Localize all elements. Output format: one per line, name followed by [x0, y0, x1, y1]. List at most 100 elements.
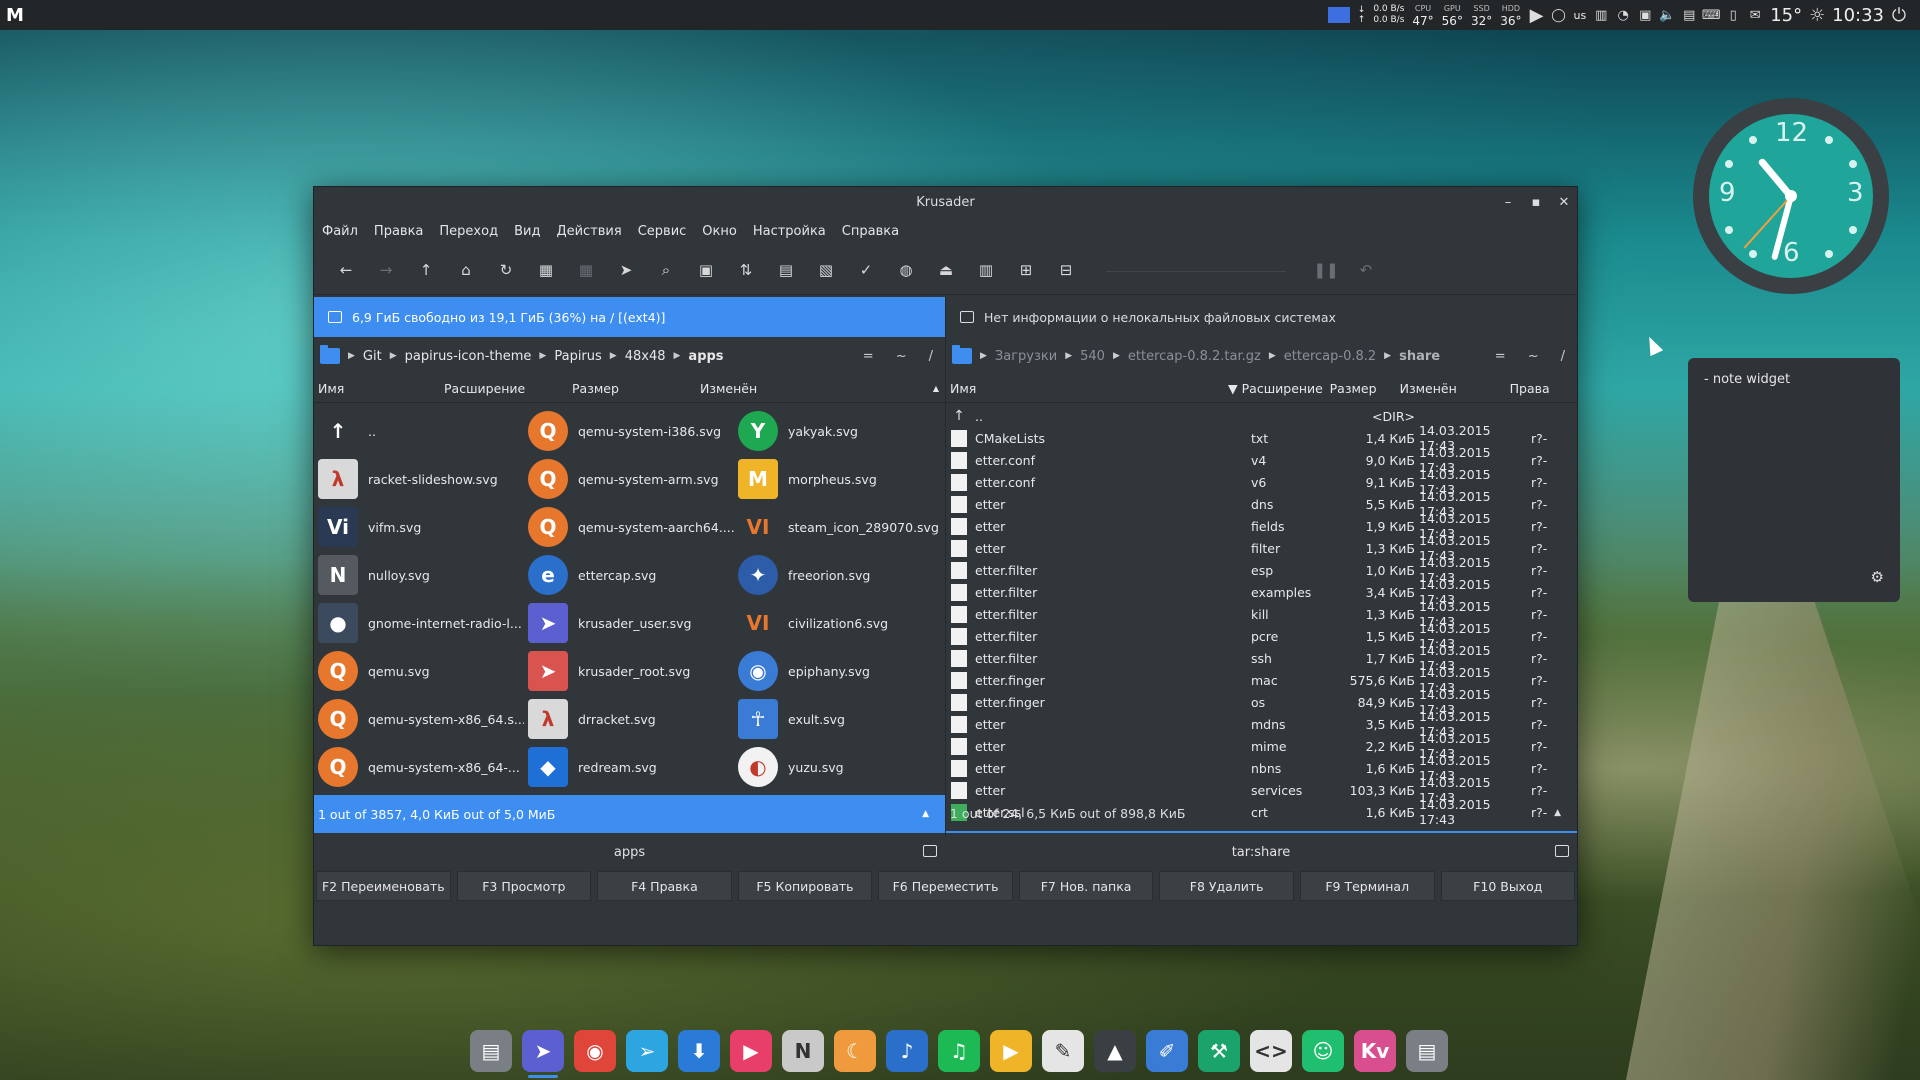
fkey-button[interactable]: F8 Удалить — [1159, 871, 1294, 901]
editor-icon[interactable]: ✎ — [1042, 1030, 1084, 1072]
expand-icon[interactable]: ▲ — [922, 809, 945, 819]
breadcrumb-current[interactable]: apps — [688, 349, 723, 364]
crumb-control[interactable]: = — [863, 349, 874, 364]
column-header[interactable]: Расширение — [1238, 381, 1326, 396]
icon-item[interactable]: Qqemu-system-x86_64.s... — [314, 695, 524, 743]
breadcrumb-segment[interactable]: Git — [363, 349, 382, 364]
column-header[interactable]: Размер — [1326, 381, 1396, 396]
breadcrumb-segment[interactable]: papirus-icon-theme — [405, 349, 532, 364]
sort-down-icon[interactable]: ▼ — [1224, 381, 1238, 396]
gear-icon[interactable]: ⚙ — [1871, 568, 1884, 586]
mail-icon[interactable]: ✉ — [1748, 8, 1762, 23]
keyboard-icon[interactable]: ⌨ — [1702, 8, 1721, 23]
code-icon[interactable]: <> — [1250, 1030, 1292, 1072]
icon-item[interactable]: Qqemu-system-i386.svg — [524, 407, 734, 455]
up-icon[interactable]: ↑ — [406, 255, 446, 285]
play-icon[interactable]: ▶ — [1530, 5, 1544, 26]
tab-apps[interactable]: apps — [314, 837, 945, 867]
telegram-icon[interactable]: ➢ — [626, 1030, 668, 1072]
icon-item[interactable]: e ettercap.svg — [524, 551, 734, 599]
wrench-icon[interactable]: ⚒ — [1198, 1030, 1240, 1072]
crumb-control[interactable]: = — [1495, 349, 1506, 364]
pause-icon[interactable]: ❚❚ — [1306, 255, 1346, 285]
icon-item[interactable]: Qqemu-system-x86_64-... — [314, 743, 524, 791]
column-header[interactable]: Имя — [946, 381, 1224, 396]
note-widget[interactable]: - note widget ⚙ — [1688, 358, 1900, 602]
files-icon[interactable]: ▤ — [1406, 1030, 1448, 1072]
icon-item[interactable]: Mmorpheus.svg — [734, 455, 944, 503]
crumb-control[interactable]: ~ — [896, 349, 907, 364]
icon-item[interactable]: Yyakyak.svg — [734, 407, 944, 455]
icon-item[interactable]: ➤ krusader_root.svg — [524, 647, 734, 695]
new-tab-icon[interactable] — [923, 845, 937, 857]
remove-icon[interactable]: ⊟ — [1046, 255, 1086, 285]
color-picker-icon[interactable]: ✐ — [1146, 1030, 1188, 1072]
nulloy-icon[interactable]: N — [782, 1030, 824, 1072]
forward-icon[interactable]: → — [366, 255, 406, 285]
crumb-control[interactable]: / — [1561, 349, 1565, 364]
moon-icon[interactable]: ☾ — [834, 1030, 876, 1072]
new-file-icon[interactable]: ▣ — [686, 255, 726, 285]
undo-icon[interactable]: ↶ — [1346, 255, 1386, 285]
folder-icon[interactable] — [952, 345, 972, 364]
weather-temp[interactable]: 15° — [1770, 5, 1802, 26]
checkmark-icon[interactable]: ✓ — [846, 255, 886, 285]
keyboard-layout[interactable]: us — [1574, 9, 1587, 22]
fkey-button[interactable]: F7 Нов. папка — [1018, 871, 1154, 901]
icon-item[interactable]: ◆ redream.svg — [524, 743, 734, 791]
maximize-icon[interactable]: ▪ — [1529, 195, 1543, 210]
breadcrumb-segment[interactable]: Papirus — [554, 349, 601, 364]
icon-item[interactable]: Qqemu-system-arm.svg — [524, 455, 734, 503]
extract-icon[interactable]: ▧ — [806, 255, 846, 285]
kv-icon[interactable]: Kv — [1354, 1030, 1396, 1072]
icon-item[interactable]: Qqemu.svg — [314, 647, 524, 695]
menu-item[interactable]: Вид — [514, 224, 540, 239]
right-free-space-bar[interactable]: Нет информации о нелокальных файловых си… — [946, 297, 1577, 337]
search-icon[interactable]: ⌕ — [646, 255, 686, 285]
breadcrumb-segment[interactable]: 48x48 — [625, 349, 666, 364]
minimize-icon[interactable]: – — [1501, 195, 1515, 210]
crumb-control[interactable]: ~ — [1528, 349, 1539, 364]
fkey-button[interactable]: F4 Правка — [597, 871, 732, 901]
music-icon[interactable]: ♪ — [886, 1030, 928, 1072]
wifi-icon[interactable]: ◔ — [1616, 8, 1630, 23]
folder-icon[interactable] — [320, 345, 340, 364]
power-icon[interactable]: ⏻ — [1892, 5, 1906, 26]
icon-item[interactable]: VI steam_icon_289070.svg — [734, 503, 944, 551]
column-header[interactable]: Размер — [568, 381, 696, 396]
sort-up-icon[interactable]: ▲ — [929, 384, 945, 393]
updates-icon[interactable]: ◯ — [1551, 8, 1566, 23]
mount-icon[interactable]: ⏏ — [926, 255, 966, 285]
analog-clock-widget[interactable]: 12 3 6 9 — [1693, 98, 1889, 294]
icon-item[interactable]: VI civilization6.svg — [734, 599, 944, 647]
icon-item[interactable]: ◉ epiphany.svg — [734, 647, 944, 695]
column-header[interactable]: Имя — [314, 381, 440, 396]
archive-icon[interactable]: ▤ — [766, 255, 806, 285]
network-icon[interactable]: ◍ — [886, 255, 926, 285]
column-header[interactable]: Изменён — [1396, 381, 1506, 396]
close-icon[interactable]: ✕ — [1557, 195, 1571, 210]
krusader-icon[interactable]: ➤ — [522, 1030, 564, 1078]
column-header[interactable]: Права — [1506, 381, 1556, 396]
note-text[interactable]: - note widget — [1704, 372, 1790, 387]
file-manager-icon[interactable]: ▤ — [470, 1030, 512, 1072]
reload-icon[interactable]: ↻ — [486, 255, 526, 285]
icon-item[interactable]: ↑.. — [314, 407, 524, 455]
icon-item[interactable]: λ racket-slideshow.svg — [314, 455, 524, 503]
select-all-icon[interactable]: ▦ — [526, 255, 566, 285]
left-free-space-bar[interactable]: 6,9 ГиБ свободно из 19,1 ГиБ (36%) на / … — [314, 297, 945, 337]
column-header[interactable]: Изменён — [696, 381, 816, 396]
menu-item[interactable]: Файл — [322, 224, 358, 239]
icon-item[interactable]: ✦ freeorion.svg — [734, 551, 944, 599]
volume-icon[interactable]: 🔈 — [1659, 8, 1675, 23]
clipboard-icon[interactable]: ▤ — [1682, 8, 1696, 23]
play-icon[interactable]: ▶ — [990, 1030, 1032, 1072]
breadcrumb-segment[interactable]: ettercap-0.8.2 — [1284, 349, 1376, 364]
spotify-icon[interactable]: ♫ — [938, 1030, 980, 1072]
fkey-button[interactable]: F2 Переименовать — [316, 871, 451, 901]
breadcrumb-segment[interactable]: 540 — [1080, 349, 1105, 364]
fkey-button[interactable]: F6 Переместить — [878, 871, 1013, 901]
fkey-button[interactable]: F3 Просмотр — [456, 871, 592, 901]
menu-item[interactable]: Действия — [556, 224, 621, 239]
clock-time[interactable]: 10:33 — [1832, 5, 1884, 26]
